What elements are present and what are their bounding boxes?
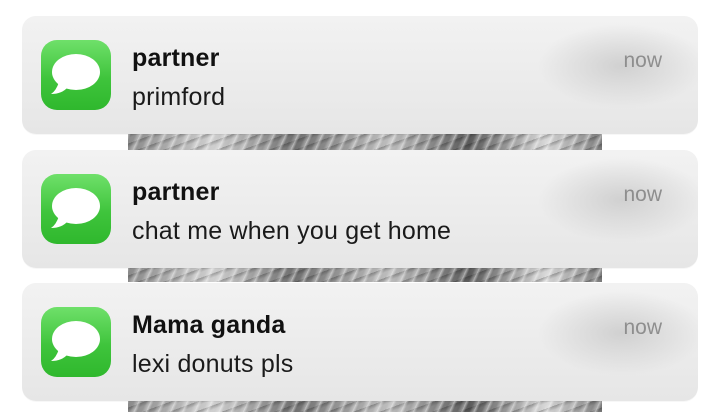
notification-banner[interactable]: Mama ganda lexi donuts pls now xyxy=(22,283,698,401)
background-photo-strip xyxy=(128,134,602,150)
messages-icon xyxy=(41,174,111,244)
notification-timestamp: now xyxy=(623,49,662,72)
notification-message: chat me when you get home xyxy=(132,217,452,245)
notification-sender: partner xyxy=(132,44,220,72)
notification-sender: partner xyxy=(132,178,220,206)
messages-icon xyxy=(41,307,111,377)
notification-sender: Mama ganda xyxy=(132,311,286,339)
notification-message: lexi donuts pls xyxy=(132,350,294,378)
notification-banner[interactable]: partner primford now xyxy=(22,16,698,134)
notification-message: primford xyxy=(132,83,226,111)
background-photo-strip xyxy=(128,266,602,282)
messages-icon xyxy=(41,40,111,110)
notification-timestamp: now xyxy=(623,183,662,206)
notification-timestamp: now xyxy=(623,316,662,339)
notification-banner[interactable]: partner chat me when you get home now xyxy=(22,150,698,268)
